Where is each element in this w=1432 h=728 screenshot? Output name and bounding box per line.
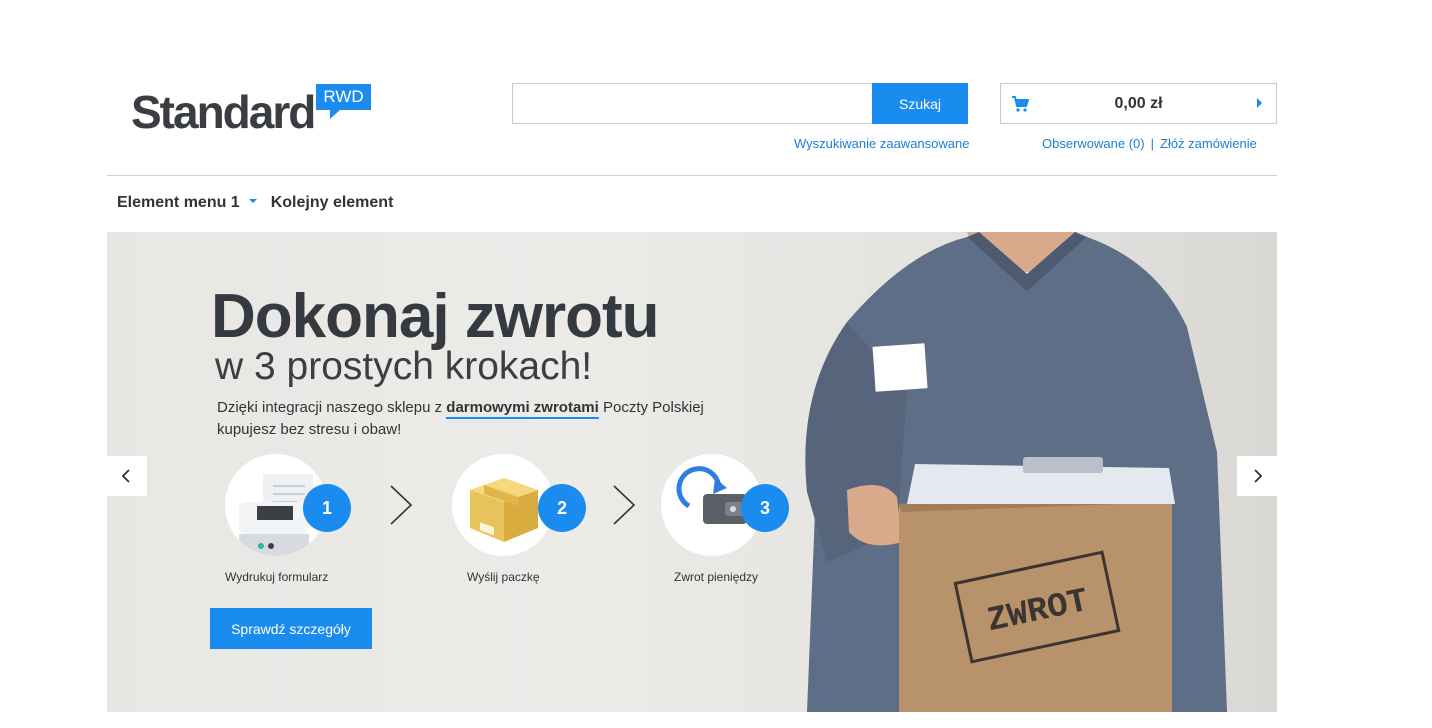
step-3: 3 Zwrot pieniędzy: [661, 454, 871, 594]
step-1-number: 1: [303, 484, 351, 532]
header-links: Obserwowane (0) | Złóż zamówienie: [1042, 136, 1257, 151]
step-2-label: Wyślij paczkę: [467, 570, 540, 584]
slider-prev-button[interactable]: [107, 456, 147, 496]
slider-next-button[interactable]: [1237, 456, 1277, 496]
step-3-label: Zwrot pieniędzy: [674, 570, 759, 584]
chevron-right-icon: [613, 485, 636, 525]
menu-item-1[interactable]: Element menu 1: [117, 194, 240, 212]
cart-arrow-icon: [1257, 98, 1262, 108]
desc-text-3: kupujesz bez stresu i obaw!: [217, 421, 402, 438]
logo-badge-tail: [330, 110, 340, 119]
advanced-search-link[interactable]: Wyszukiwanie zaawansowane: [794, 136, 969, 151]
cart-widget[interactable]: 0,00 zł: [1000, 83, 1277, 124]
link-separator: |: [1150, 136, 1154, 151]
chevron-left-icon: [121, 469, 130, 483]
cart-total: 0,00 zł: [1114, 95, 1163, 112]
hero-banner[interactable]: ZWROT Dokonaj zwrotu w 3 prostych krokac…: [107, 232, 1277, 712]
banner-description: Dzięki integracji naszego sklepu z darmo…: [217, 397, 777, 441]
chevron-right-icon: [390, 485, 413, 525]
watched-link[interactable]: Obserwowane (0): [1042, 136, 1145, 151]
search-button[interactable]: Szukaj: [872, 83, 968, 124]
main-menu: Element menu 1 Kolejny element: [117, 194, 393, 216]
header-divider: [107, 175, 1277, 176]
check-details-button[interactable]: Sprawdź szczegóły: [210, 608, 372, 649]
place-order-link[interactable]: Złóż zamówienie: [1160, 136, 1257, 151]
menu-item-2[interactable]: Kolejny element: [271, 194, 394, 212]
desc-text-2: Poczty Polskiej: [598, 399, 704, 416]
chevron-right-icon: [1254, 469, 1263, 483]
step-1-label: Wydrukuj formularz: [225, 570, 329, 584]
step-3-number: 3: [741, 484, 789, 532]
logo-badge: RWD: [316, 84, 371, 110]
desc-highlight: darmowymi zwrotami: [446, 399, 599, 419]
search-input[interactable]: [512, 83, 872, 124]
banner-subtitle: w 3 prostych krokach!: [215, 345, 593, 388]
desc-text-1: Dzięki integracji naszego sklepu z: [217, 399, 447, 416]
step-2-number: 2: [538, 484, 586, 532]
logo-wordmark: Standard: [131, 86, 316, 138]
caret-down-icon[interactable]: [248, 198, 257, 203]
banner-title: Dokonaj zwrotu: [211, 282, 660, 351]
